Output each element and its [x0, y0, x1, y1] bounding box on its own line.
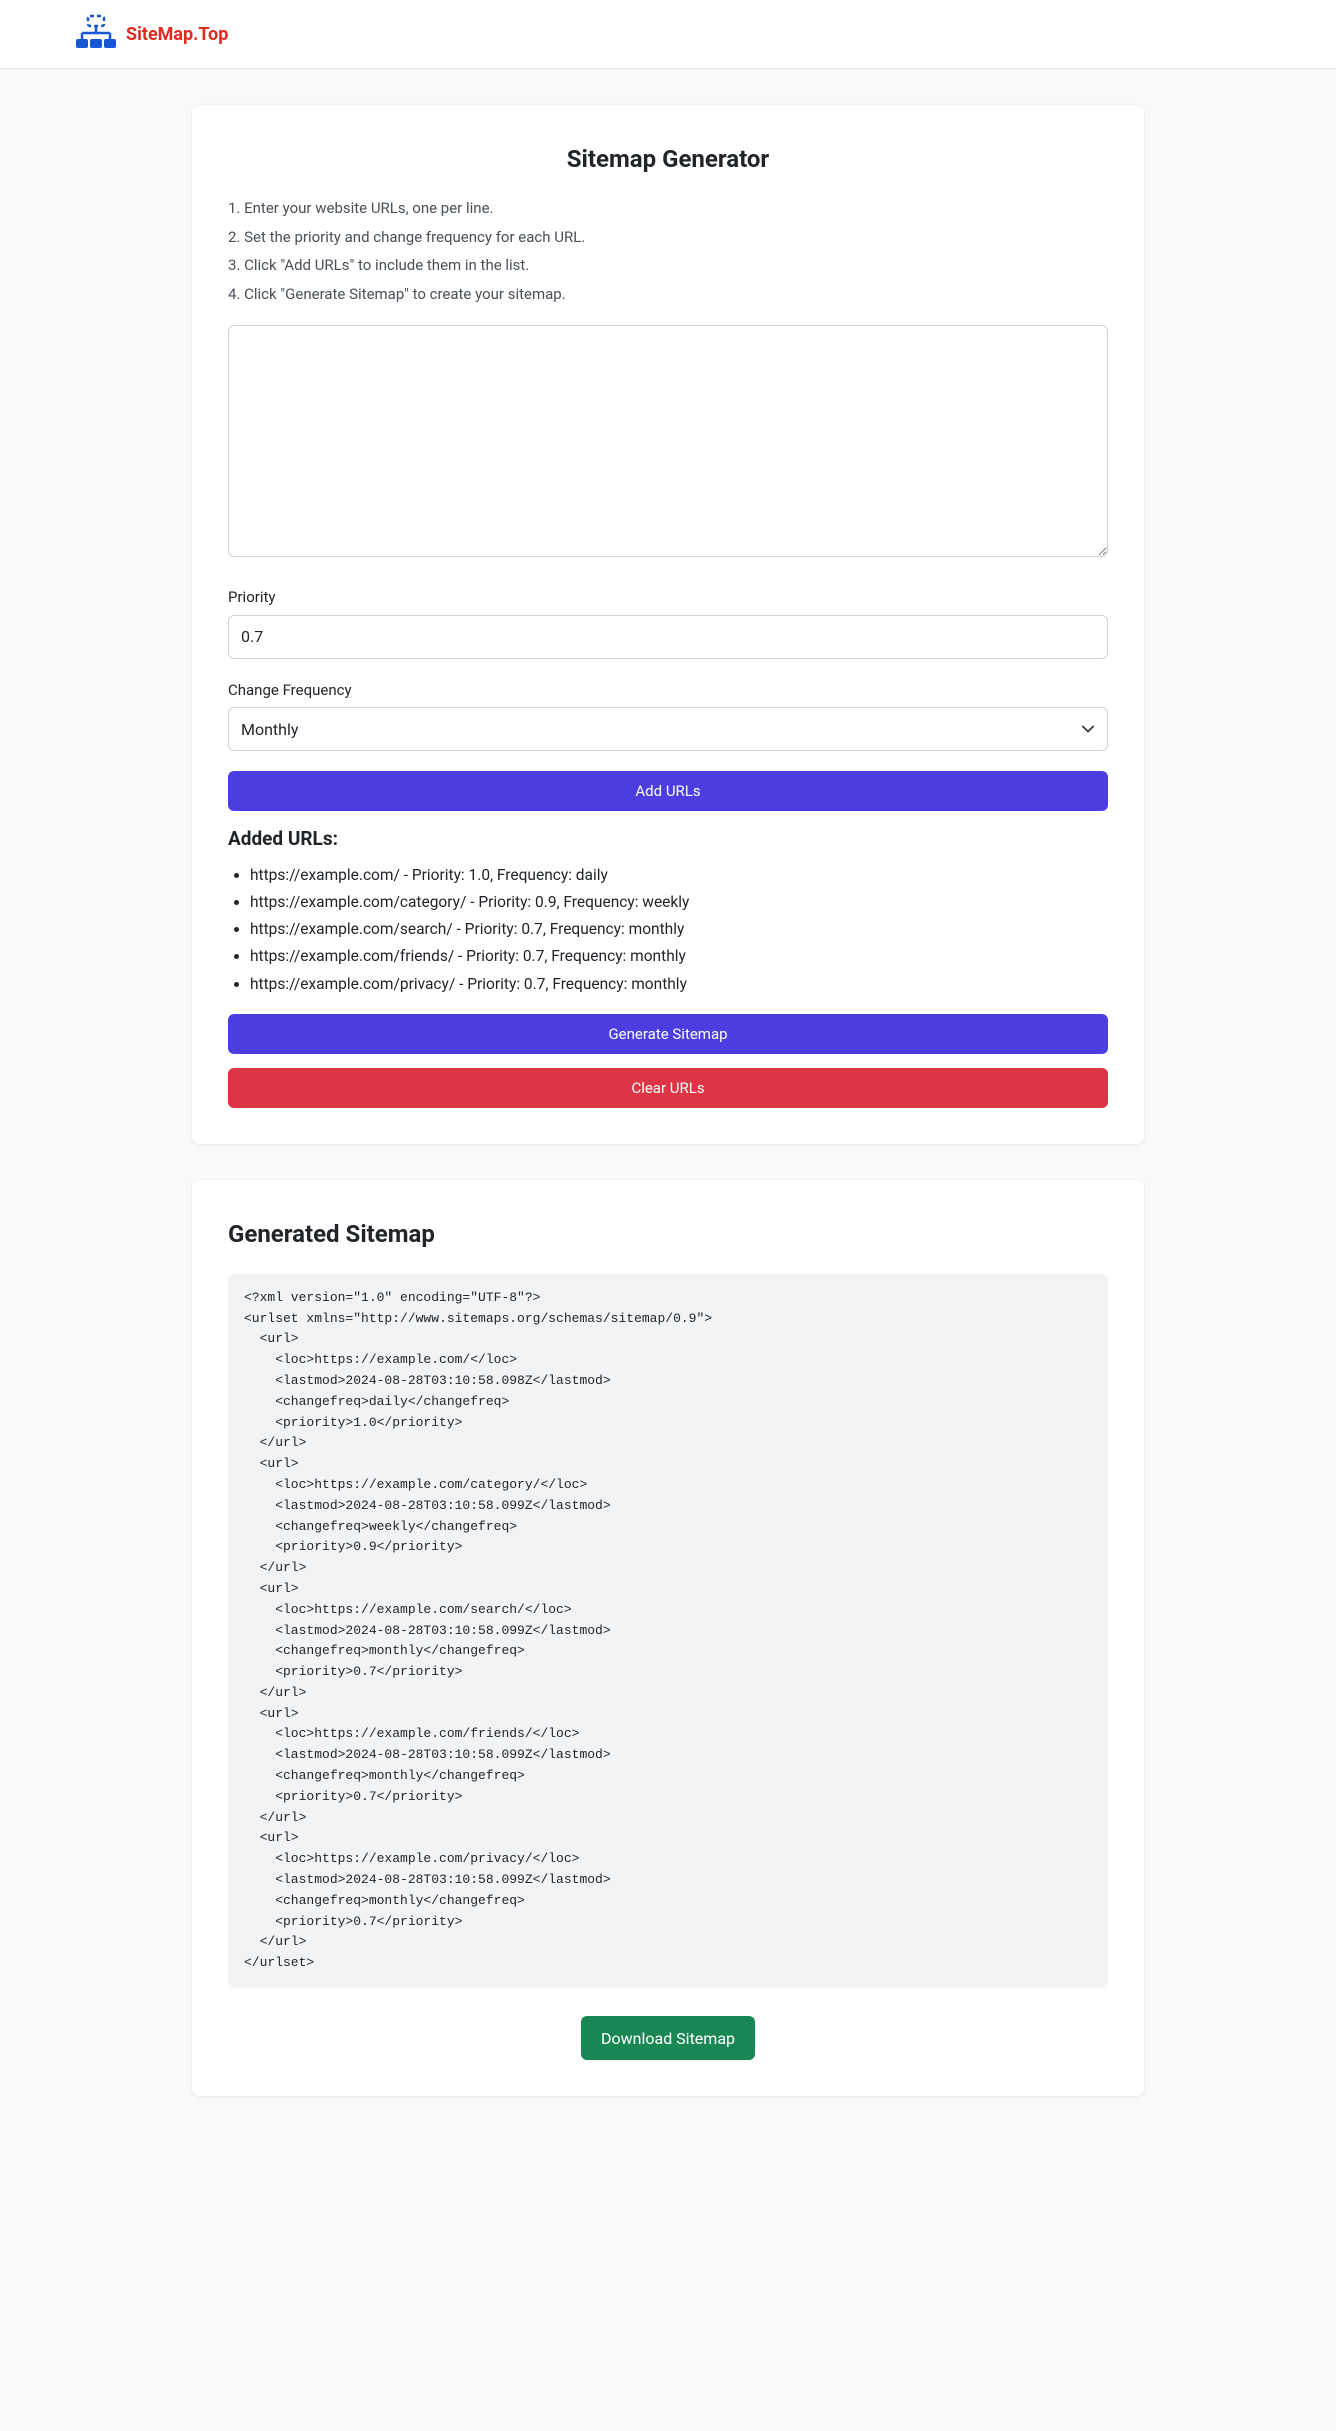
- url-list-item: https://example.com/category/ - Priority…: [250, 891, 1108, 914]
- download-sitemap-button[interactable]: Download Sitemap: [581, 2016, 755, 2060]
- priority-input[interactable]: [228, 615, 1108, 659]
- urls-textarea[interactable]: [228, 325, 1108, 557]
- generate-sitemap-button[interactable]: Generate Sitemap: [228, 1014, 1108, 1054]
- url-list-item: https://example.com/privacy/ - Priority:…: [250, 973, 1108, 996]
- priority-label: Priority: [228, 586, 1108, 609]
- generator-card: Sitemap Generator Enter your website URL…: [192, 105, 1144, 1144]
- added-urls-heading: Added URLs:: [228, 825, 1108, 854]
- url-list-item: https://example.com/ - Priority: 1.0, Fr…: [250, 864, 1108, 887]
- output-card: Generated Sitemap <?xml version="1.0" en…: [192, 1180, 1144, 2096]
- sitemap-logo-icon: [74, 14, 118, 54]
- generated-heading: Generated Sitemap: [228, 1216, 1108, 1252]
- changefreq-label: Change Frequency: [228, 679, 1108, 702]
- clear-urls-button[interactable]: Clear URLs: [228, 1068, 1108, 1108]
- add-urls-button[interactable]: Add URLs: [228, 771, 1108, 811]
- instruction-item: Set the priority and change frequency fo…: [228, 226, 1108, 249]
- sitemap-xml-output: <?xml version="1.0" encoding="UTF-8"?> <…: [228, 1274, 1108, 1988]
- instruction-item: Enter your website URLs, one per line.: [228, 197, 1108, 220]
- added-urls-list: https://example.com/ - Priority: 1.0, Fr…: [228, 864, 1108, 996]
- instruction-item: Click "Add URLs" to include them in the …: [228, 254, 1108, 277]
- url-list-item: https://example.com/search/ - Priority: …: [250, 918, 1108, 941]
- url-list-item: https://example.com/friends/ - Priority:…: [250, 945, 1108, 968]
- instruction-list: Enter your website URLs, one per line. S…: [228, 197, 1108, 305]
- page-title: Sitemap Generator: [228, 141, 1108, 177]
- instruction-item: Click "Generate Sitemap" to create your …: [228, 283, 1108, 306]
- site-header: SiteMap.Top: [0, 0, 1336, 69]
- changefreq-select[interactable]: Monthly: [228, 707, 1108, 751]
- brand-link[interactable]: SiteMap.Top: [126, 21, 228, 48]
